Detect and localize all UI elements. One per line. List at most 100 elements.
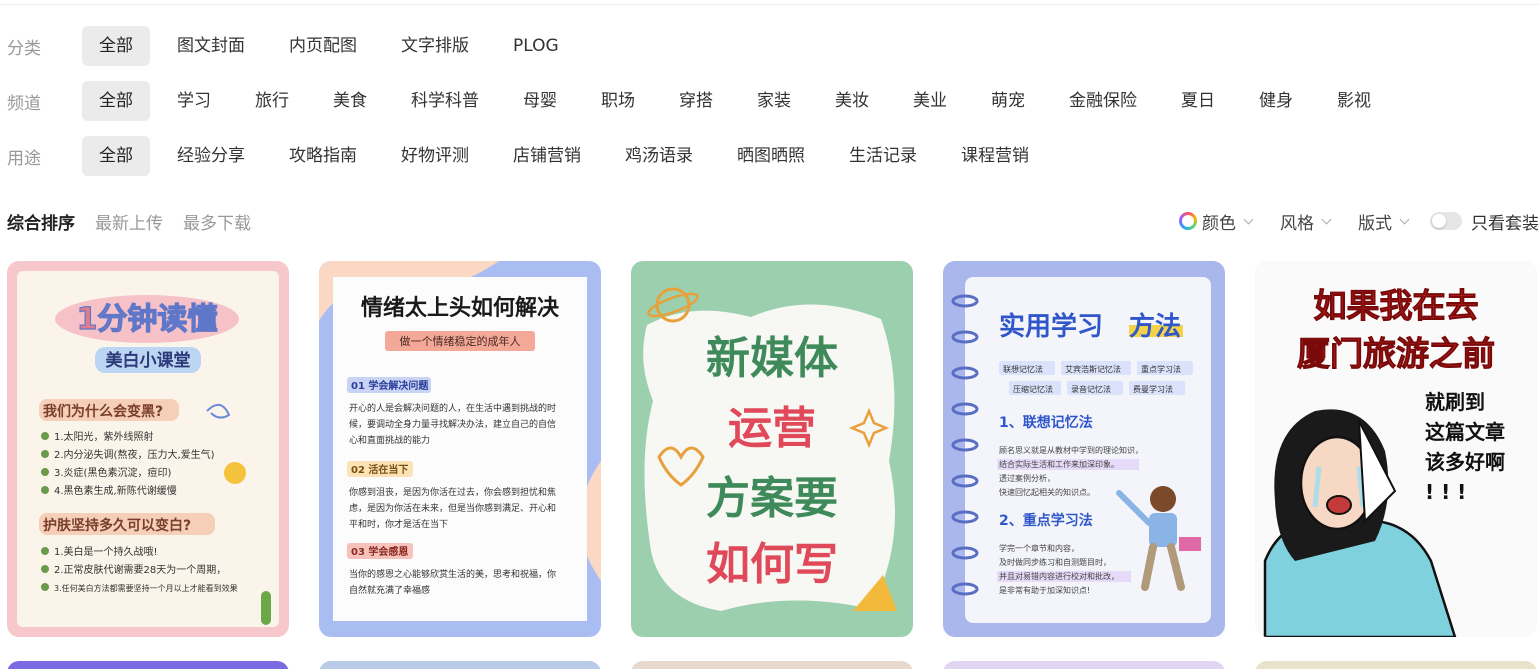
- chip-usage-quotes[interactable]: 鸡汤语录: [608, 136, 710, 176]
- chevron-down-icon: [1243, 214, 1254, 224]
- tag-6: 费曼学习法: [1133, 384, 1173, 394]
- filter-row-usage: 用途 全部 经验分享 攻略指南 好物评测 店铺营销 鸡汤语录 晒图晒照 生活记录…: [0, 136, 1056, 176]
- section-3-line-2: 自然就充满了幸福感: [349, 584, 430, 596]
- section-2-line-1: 学完一个章节和内容，: [999, 543, 1079, 553]
- card-title-line-2: 厦门旅游之前: [1297, 334, 1495, 373]
- chip-channel-food[interactable]: 美食: [316, 81, 384, 121]
- bullet-icon: [41, 547, 49, 555]
- section-1-heading: 01 学会解决问题: [351, 379, 429, 392]
- q2-item-1: 1.美白是一个持久战哦!: [54, 545, 158, 558]
- color-dropdown[interactable]: 颜色: [1179, 209, 1254, 234]
- chip-usage-life-log[interactable]: 生活记录: [832, 136, 934, 176]
- template-card-xiamen-travel[interactable]: 如果我在去 厦门旅游之前 就刷到 这篇文章 该多好啊 ! ! !: [1255, 261, 1537, 637]
- template-card-peek[interactable]: [7, 661, 289, 669]
- cactus-icon: [261, 591, 271, 625]
- q1-item-2: 2.内分泌失调(熬夜，压力大,爱生气): [54, 448, 215, 461]
- filter-row-category: 分类 全部 图文封面 内页配图 文字排版 PLOG: [0, 26, 586, 66]
- sort-most-downloaded[interactable]: 最多下载: [183, 209, 251, 234]
- color-dropdown-label: 颜色: [1202, 213, 1236, 234]
- card-subtitle: 美白小课堂: [106, 350, 191, 371]
- template-card-emotion[interactable]: 情绪太上头如何解决 做一个情绪稳定的成年人 01 学会解决问题 开心的人是会解决…: [319, 261, 601, 637]
- chip-channel-career[interactable]: 职场: [584, 81, 652, 121]
- side-text-4: ! ! !: [1425, 480, 1466, 504]
- section-1-line-3: 心和直面挑战的能力: [349, 434, 430, 446]
- sets-only-toggle[interactable]: [1430, 212, 1462, 230]
- section-2-line-4: 是非常有助于加深知识点!: [999, 585, 1090, 595]
- filter-label-category: 分类: [7, 38, 41, 59]
- section-1-line-1: 开心的人是会解决问题的人，在生活中遇到挑战的时: [349, 402, 556, 414]
- card-subtitle: 做一个情绪稳定的成年人: [400, 334, 521, 348]
- q1-item-4: 4.黑色素生成,新陈代谢缓慢: [54, 484, 177, 497]
- section-3-heading: 03 学会感恩: [351, 545, 408, 558]
- sort-options: 综合排序 最新上传 最多下载: [7, 205, 271, 237]
- q2-item-3: 3.任何美白方法都需要坚持一个月以上才能看到效果: [54, 583, 238, 593]
- top-divider: [0, 4, 1539, 5]
- chip-category-plog[interactable]: PLOG: [496, 26, 576, 66]
- side-text-2: 这篇文章: [1425, 420, 1505, 444]
- sort-comprehensive[interactable]: 综合排序: [7, 209, 75, 234]
- tag-1: 联想记忆法: [1003, 364, 1043, 374]
- template-card-new-media[interactable]: 新媒体 运营 方案要 如何写: [631, 261, 913, 637]
- chip-channel-home[interactable]: 家装: [740, 81, 808, 121]
- card-title: 情绪太上头如何解决: [361, 295, 560, 321]
- chip-usage-all[interactable]: 全部: [82, 136, 150, 176]
- card-title: 1分钟读懂: [77, 302, 218, 337]
- chip-usage-shop-marketing[interactable]: 店铺营销: [496, 136, 598, 176]
- chip-channel-study[interactable]: 学习: [160, 81, 228, 121]
- template-thumbnail-new-media: 新媒体 运营 方案要 如何写: [643, 287, 897, 611]
- chip-channel-baby[interactable]: 母婴: [506, 81, 574, 121]
- chip-usage-guide[interactable]: 攻略指南: [272, 136, 374, 176]
- filter-label-usage: 用途: [7, 148, 41, 169]
- template-card-study-methods[interactable]: 实用学习 方法 联想记忆法 艾宾浩斯记忆法 重点学习法 压缩记忆法 录音记忆法 …: [943, 261, 1225, 637]
- chip-channel-finance[interactable]: 金融保险: [1052, 81, 1154, 121]
- side-text-1: 就刷到: [1425, 390, 1485, 414]
- template-card-peek[interactable]: [631, 661, 913, 669]
- section-1-line-3: 透过案例分析，: [999, 473, 1055, 483]
- color-wheel-icon: [1179, 212, 1197, 230]
- chip-channel-travel[interactable]: 旅行: [238, 81, 306, 121]
- template-thumbnail-emotion: 情绪太上头如何解决 做一个情绪稳定的成年人 01 学会解决问题 开心的人是会解决…: [319, 261, 601, 621]
- chip-channel-pets[interactable]: 萌宠: [974, 81, 1042, 121]
- template-card-peek[interactable]: [943, 661, 1225, 669]
- template-card-peek[interactable]: [1255, 661, 1537, 669]
- template-card-peek[interactable]: [319, 661, 601, 669]
- bullet-icon: [41, 565, 49, 573]
- q1-item-1: 1.太阳光，紫外线照射: [54, 430, 154, 443]
- layout-dropdown-label: 版式: [1358, 213, 1392, 234]
- chip-channel-all[interactable]: 全部: [82, 81, 150, 121]
- template-card-whitening[interactable]: 1分钟读懂 美白小课堂 我们为什么会变黑? 1.太阳光，紫外线照射 2.内分泌失…: [7, 261, 289, 637]
- chip-channel-film[interactable]: 影视: [1320, 81, 1388, 121]
- chip-usage-review[interactable]: 好物评测: [384, 136, 486, 176]
- tag-2: 艾宾浩斯记忆法: [1065, 364, 1121, 374]
- chip-usage-experience[interactable]: 经验分享: [160, 136, 262, 176]
- headline-line-4: 如何写: [706, 539, 838, 590]
- style-dropdown[interactable]: 风格: [1280, 209, 1332, 234]
- chip-channel-summer[interactable]: 夏日: [1164, 81, 1232, 121]
- bullet-icon: [41, 468, 49, 476]
- bullet-icon: [41, 432, 49, 440]
- chip-channel-makeup[interactable]: 美妆: [818, 81, 886, 121]
- section-2-heading: 02 活在当下: [351, 463, 408, 476]
- chip-category-inner-image[interactable]: 内页配图: [272, 26, 374, 66]
- tag-5: 录音记忆法: [1071, 384, 1111, 394]
- side-text-3: 该多好啊: [1425, 450, 1505, 474]
- card-title-part-2: 方法: [1129, 311, 1181, 342]
- headline-line-3: 方案要: [706, 473, 838, 524]
- section-1-line-1: 顾名思义就是从教材中学到的理论知识，: [999, 445, 1143, 455]
- chip-category-typography[interactable]: 文字排版: [384, 26, 486, 66]
- layout-dropdown[interactable]: 版式: [1358, 209, 1410, 234]
- headline-line-1: 新媒体: [706, 333, 838, 384]
- sort-newest[interactable]: 最新上传: [95, 209, 163, 234]
- section-1-heading: 1、联想记忆法: [999, 414, 1093, 431]
- chip-usage-photo-share[interactable]: 晒图晒照: [720, 136, 822, 176]
- chip-category-cover[interactable]: 图文封面: [160, 26, 262, 66]
- q2-item-2: 2.正常皮肤代谢需要28天为一个周期，: [54, 563, 226, 576]
- chip-usage-course-marketing[interactable]: 课程营销: [944, 136, 1046, 176]
- chip-channel-beauty[interactable]: 美业: [896, 81, 964, 121]
- section-3-line-1: 当你的感恩之心能够欣赏生活的美，思考和祝福，你: [349, 568, 556, 580]
- chip-channel-fitness[interactable]: 健身: [1242, 81, 1310, 121]
- chip-category-all[interactable]: 全部: [82, 26, 150, 66]
- chip-channel-science[interactable]: 科学科普: [394, 81, 496, 121]
- chip-channel-outfit[interactable]: 穿搭: [662, 81, 730, 121]
- template-thumbnail-whitening: 1分钟读懂 美白小课堂 我们为什么会变黑? 1.太阳光，紫外线照射 2.内分泌失…: [17, 271, 279, 627]
